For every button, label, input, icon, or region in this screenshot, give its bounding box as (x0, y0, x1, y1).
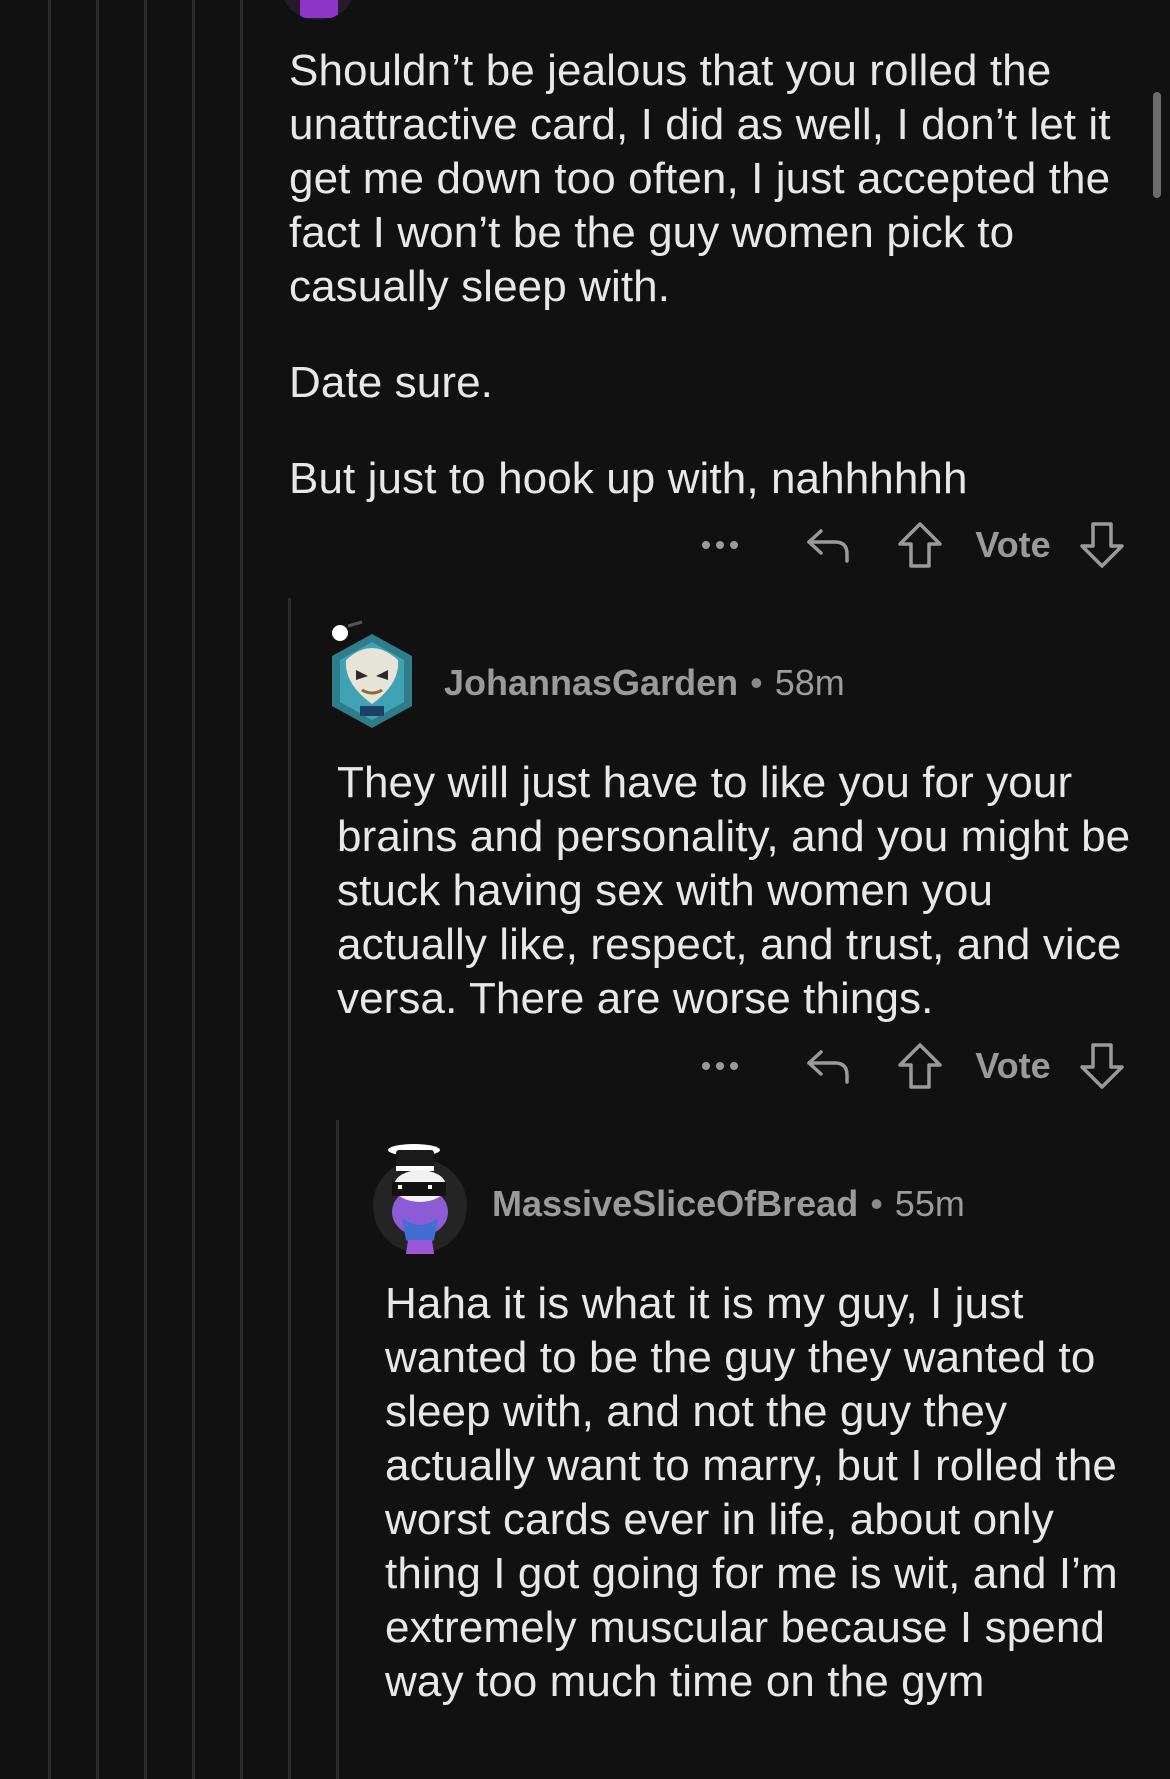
thread-line[interactable] (288, 598, 291, 1779)
upvote-icon[interactable] (894, 518, 946, 572)
avatar[interactable] (282, 0, 354, 20)
comment-timestamp: 55m (894, 1183, 965, 1224)
more-options-icon[interactable] (695, 1039, 745, 1093)
comment-meta: JohannasGarden • 58m (444, 653, 845, 713)
thread-line[interactable] (144, 0, 147, 1779)
comment-paragraph: Date sure. (289, 358, 493, 407)
thread-line[interactable] (192, 0, 195, 1779)
comment-actions: Vote (0, 1039, 1170, 1093)
thread-line[interactable] (48, 0, 51, 1779)
vote-count: Vote (968, 1039, 1058, 1093)
avatar[interactable] (372, 1140, 468, 1256)
comment-body: They will just have to like you for your… (337, 756, 1137, 1026)
more-options-icon[interactable] (695, 518, 745, 572)
vote-label: Vote (975, 524, 1051, 565)
thread-line[interactable] (96, 0, 99, 1779)
comment-meta: MassiveSliceOfBread • 55m (492, 1174, 965, 1234)
vote-label: Vote (975, 1045, 1051, 1086)
reply-icon[interactable] (802, 1039, 854, 1093)
downvote-icon[interactable] (1076, 518, 1128, 572)
comment-paragraph: Shouldn’t be jealous that you rolled the… (289, 46, 1111, 311)
reply-icon[interactable] (802, 518, 854, 572)
thread-line[interactable] (240, 0, 243, 1779)
comment-timestamp: 58m (774, 662, 845, 703)
comment-paragraph: They will just have to like you for your… (337, 758, 1131, 1023)
comment-thread: Shouldn’t be jealous that you rolled the… (0, 0, 1170, 1779)
vote-count: Vote (968, 518, 1058, 572)
scrollbar[interactable] (1153, 92, 1161, 198)
comment-body: Haha it is what it is my guy, I just wan… (385, 1277, 1145, 1709)
comment-paragraph: But just to hook up with, nahhhhhh (289, 454, 968, 503)
meta-separator: • (870, 1183, 883, 1224)
thread-line[interactable] (336, 1120, 339, 1779)
upvote-icon[interactable] (894, 1039, 946, 1093)
comment-paragraph: Haha it is what it is my guy, I just wan… (385, 1279, 1118, 1706)
meta-separator: • (750, 662, 763, 703)
comment-body: Shouldn’t be jealous that you rolled the… (289, 44, 1139, 506)
avatar[interactable] (326, 620, 418, 732)
author-username[interactable]: MassiveSliceOfBread (492, 1183, 858, 1225)
comment-actions: Vote (0, 518, 1170, 572)
downvote-icon[interactable] (1076, 1039, 1128, 1093)
author-username[interactable]: JohannasGarden (444, 662, 738, 704)
